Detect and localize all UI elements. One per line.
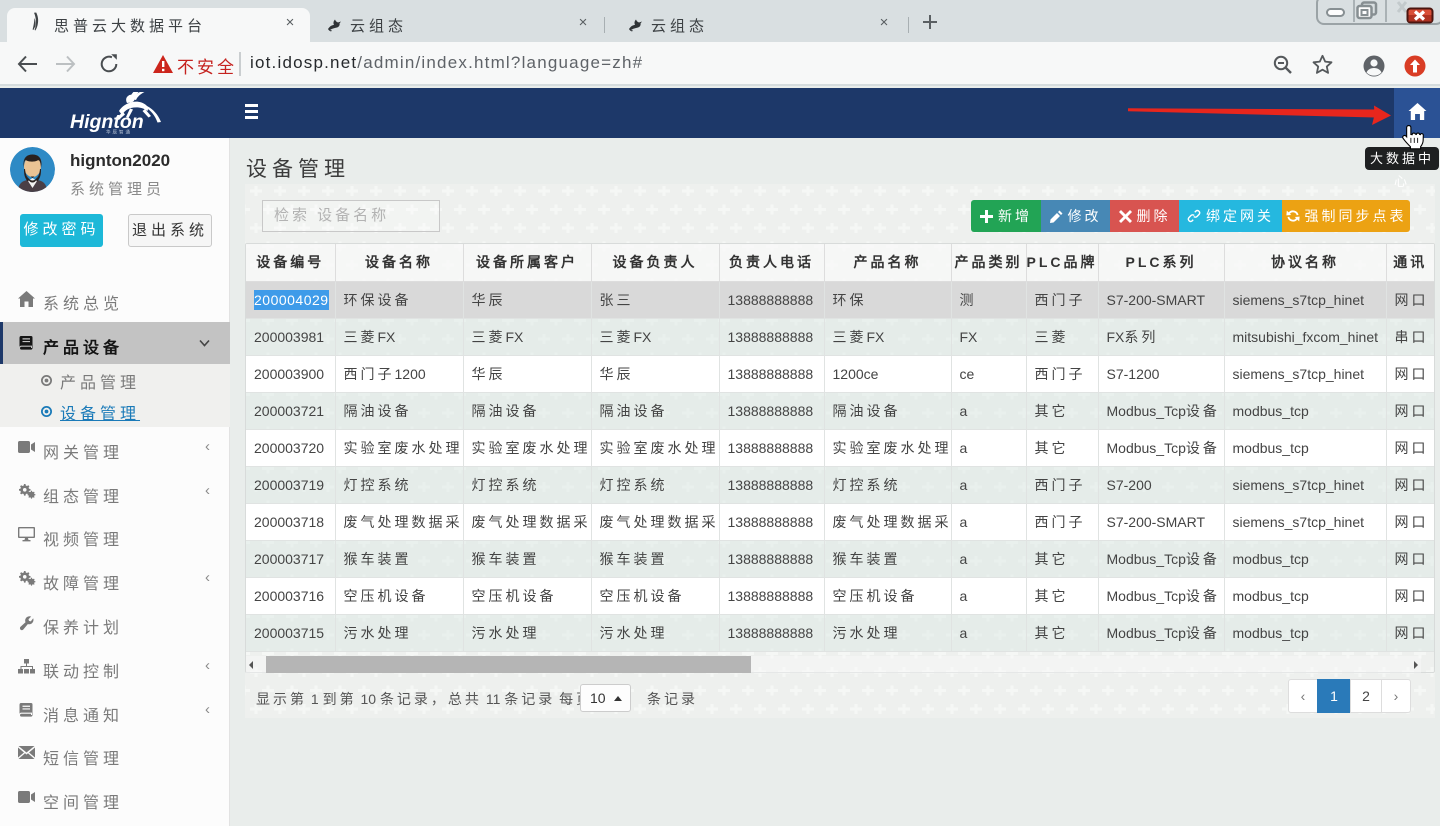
svg-text:华辰智通: 华辰智通 [106,129,132,136]
